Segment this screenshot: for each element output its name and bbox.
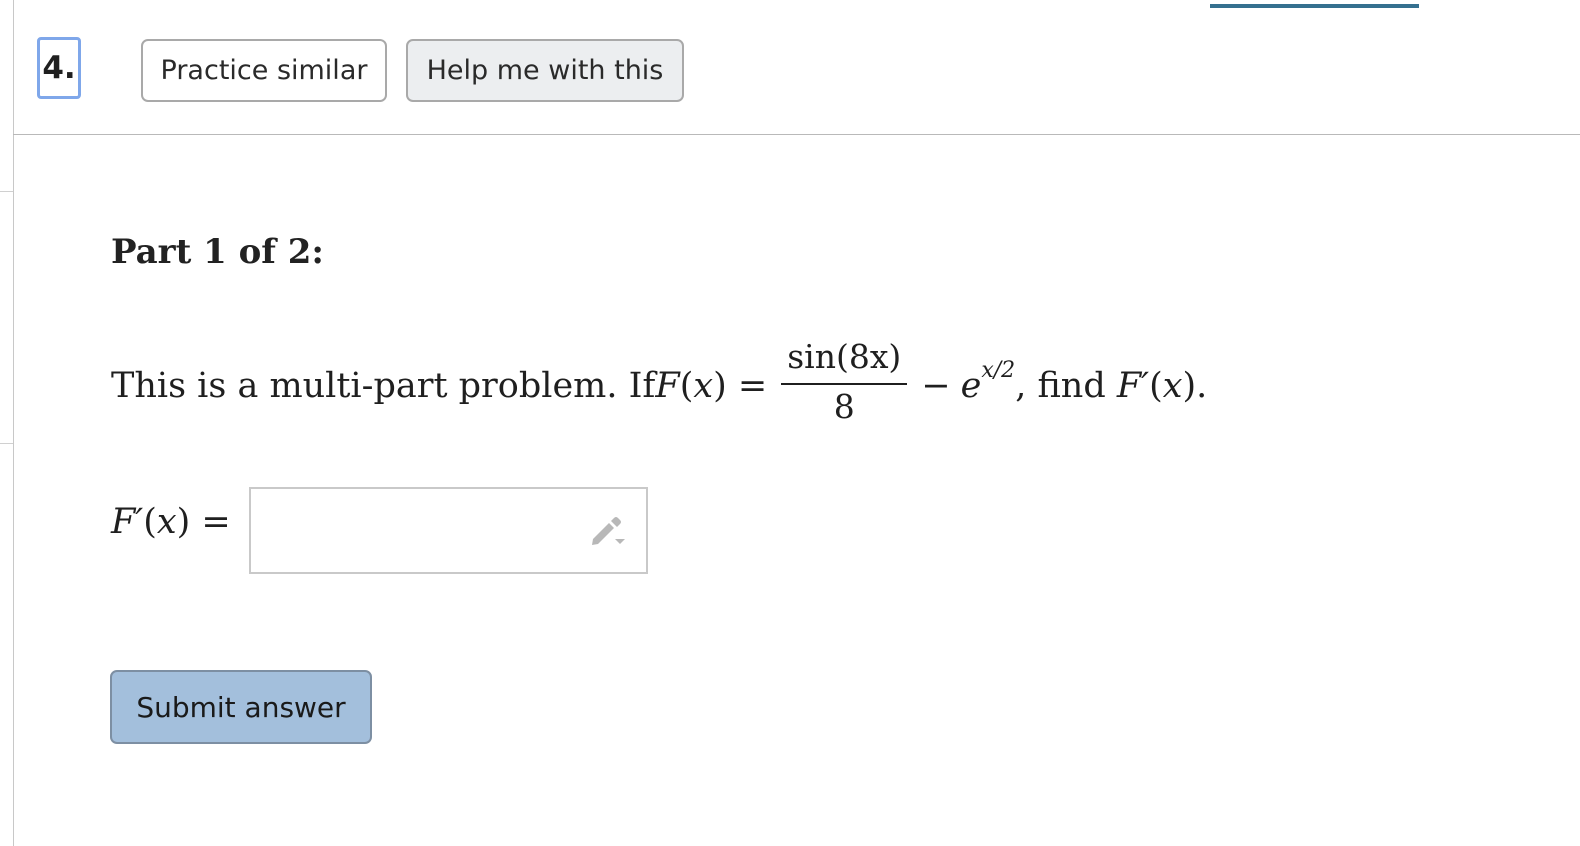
answer-label: F′(x) =	[111, 502, 231, 542]
fraction-denominator: 8	[833, 387, 855, 426]
find-text: , find	[1015, 366, 1117, 406]
open-paren: (	[679, 366, 694, 406]
function-name: F	[655, 366, 680, 406]
minus-sign: −	[921, 366, 951, 406]
fraction-numerator: sin(8x)	[781, 337, 908, 385]
header-divider	[13, 134, 1580, 135]
closing-punctuation: ).	[1182, 366, 1208, 406]
pencil-icon[interactable]	[589, 513, 629, 547]
problem-intro: This is a multi-part problem. If	[111, 366, 656, 406]
submit-answer-button[interactable]: Submit answer	[110, 670, 372, 744]
left-tick	[0, 191, 13, 192]
open-paren: (	[1149, 366, 1163, 406]
practice-similar-button[interactable]: Practice similar	[141, 39, 387, 102]
exponent: x/2	[981, 357, 1016, 383]
equals: ) =	[713, 366, 768, 406]
progress-indicator	[1210, 4, 1419, 8]
fraction: sin(8x) 8	[781, 337, 908, 426]
page: 4. Practice similar Help me with this Pa…	[0, 0, 1580, 846]
answer-label-open: (	[143, 502, 157, 542]
help-me-button[interactable]: Help me with this	[406, 39, 684, 102]
answer-label-function: F′	[111, 502, 144, 542]
problem-statement: This is a multi-part problem. If F ( x )…	[111, 336, 1207, 436]
left-tick	[0, 443, 13, 444]
answer-label-equals: ) =	[176, 502, 231, 542]
question-number[interactable]: 4.	[37, 37, 81, 99]
exponential-base: e	[960, 366, 982, 406]
variable: x	[693, 366, 714, 406]
part-label: Part 1 of 2:	[111, 232, 324, 272]
variable: x	[1162, 366, 1183, 406]
answer-label-variable: x	[156, 502, 177, 542]
derivative-name: F′	[1116, 366, 1150, 406]
left-border	[13, 0, 14, 846]
